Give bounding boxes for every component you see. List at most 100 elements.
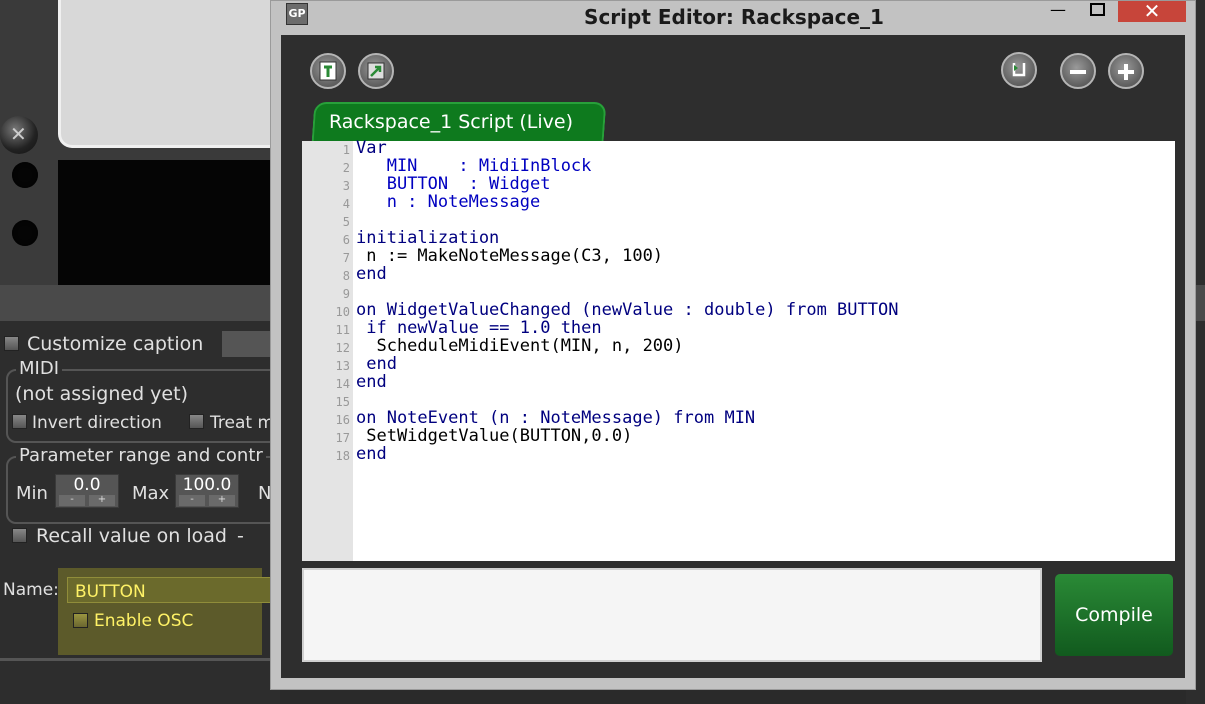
code-line: BUTTON : Widget — [356, 174, 551, 194]
compiler-output[interactable] — [302, 568, 1042, 662]
line-number: 7 — [342, 251, 350, 265]
line-number: 16 — [335, 413, 350, 427]
code-line: end — [356, 445, 387, 463]
customize-caption-checkbox[interactable] — [4, 336, 19, 351]
code-line: if newValue == 1.0 then — [356, 318, 602, 338]
template-icon[interactable] — [310, 53, 346, 89]
min-value: 0.0 — [73, 475, 101, 495]
hole-icon — [12, 220, 38, 246]
zoom-in-icon[interactable] — [1108, 53, 1144, 89]
code-line: n : NoteMessage — [356, 192, 541, 212]
code-line: end — [356, 373, 387, 391]
max-decrement-button[interactable]: - — [179, 495, 205, 506]
return-icon[interactable] — [1001, 52, 1037, 88]
treat-checkbox[interactable] — [189, 414, 204, 429]
export-icon[interactable] — [358, 53, 394, 89]
min-increment-button[interactable]: + — [89, 495, 115, 506]
code-line-text: initialization — [356, 228, 500, 248]
min-label: Min — [16, 483, 48, 504]
code-line: SetWidgetValue(BUTTON,0.0) — [356, 427, 632, 445]
line-number: 1 — [342, 143, 350, 157]
code-line: initialization — [356, 229, 499, 247]
code-line-text: SetWidgetValue(BUTTON,0.0) — [356, 426, 633, 446]
code-line: on WidgetValueChanged (newValue : double… — [356, 301, 898, 319]
code-line-text: end — [356, 264, 387, 284]
min-decrement-button[interactable]: - — [59, 495, 85, 506]
code-line-text: on NoteEvent (n : NoteMessage) from MIN — [356, 408, 756, 428]
code-editor[interactable]: 1 2 3 4 5 6 7 8 9 10 11 12 13 14 15 16 1… — [302, 139, 1175, 561]
midi-assignment-status: (not assigned yet) — [15, 383, 188, 405]
code-line-text: BUTTON : Widget — [356, 174, 551, 194]
customize-caption-label: Customize caption — [27, 333, 204, 355]
line-number: 18 — [335, 449, 350, 463]
enable-osc-checkbox[interactable] — [73, 613, 88, 628]
template-icon-glyph — [319, 61, 337, 81]
minus-glyph — [1070, 70, 1086, 74]
plus-glyph — [1118, 64, 1134, 80]
line-number: 3 — [342, 179, 350, 193]
code-line-text: if newValue == 1.0 then — [356, 318, 602, 338]
line-number: 13 — [335, 359, 350, 373]
rack-strip — [0, 160, 58, 285]
code-line: n := MakeNoteMessage(C3, 100) — [356, 247, 663, 265]
code-line-text: n := MakeNoteMessage(C3, 100) — [356, 246, 664, 266]
export-icon-glyph — [367, 62, 385, 80]
line-number: 15 — [335, 395, 350, 409]
line-number-gutter: 1 2 3 4 5 6 7 8 9 10 11 12 13 14 15 16 1… — [302, 141, 353, 561]
bottom-divider — [0, 658, 280, 661]
title-bar[interactable]: GP Script Editor: Rackspace_1 — ✕ — [271, 1, 1197, 35]
compile-button[interactable]: Compile — [1055, 574, 1173, 656]
recall-value-label: Recall value on load — [36, 525, 227, 547]
name-label: Name: — [3, 580, 59, 600]
zoom-out-icon[interactable] — [1060, 53, 1096, 89]
recall-value-checkbox[interactable] — [12, 528, 27, 543]
rack-dark-area — [58, 160, 280, 285]
code-line-text: on WidgetValueChanged (newValue : double… — [356, 300, 899, 320]
code-line-text: end — [356, 354, 397, 374]
hole-icon — [12, 162, 38, 188]
editor-content: Rackspace_1 Script (Live) 1 2 3 4 5 6 7 … — [281, 35, 1185, 678]
line-number: 10 — [335, 305, 350, 319]
code-line: ScheduleMidiEvent(MIN, n, 200) — [356, 336, 684, 356]
max-increment-button[interactable]: + — [209, 495, 235, 506]
min-spinner[interactable]: 0.0 - + — [55, 474, 119, 508]
line-number: 17 — [335, 431, 350, 445]
code-line-text: end — [356, 444, 387, 464]
enable-osc-label: Enable OSC — [94, 611, 194, 631]
line-number: 2 — [342, 161, 350, 175]
code-line-text: n : NoteMessage — [356, 192, 541, 212]
max-spinner[interactable]: 100.0 - + — [175, 474, 239, 508]
code-line-text: ScheduleMidiEvent(MIN, n, 200) — [356, 336, 684, 356]
code-line: Var — [356, 139, 387, 157]
code-line: MIN : MidiInBlock — [356, 156, 592, 176]
code-line-text: MIN : MidiInBlock — [356, 156, 592, 176]
tab-rackspace-script-label: Rackspace_1 Script (Live) — [329, 111, 574, 133]
maximize-button[interactable] — [1081, 1, 1111, 21]
rack-panel — [58, 0, 280, 148]
code-line-text: end — [356, 372, 387, 392]
line-number: 8 — [342, 269, 350, 283]
treat-label: Treat m — [210, 413, 275, 433]
code-line: on NoteEvent (n : NoteMessage) from MIN — [356, 409, 755, 427]
line-number: 5 — [342, 215, 350, 229]
line-number: 6 — [342, 233, 350, 247]
line-number: 4 — [342, 197, 350, 211]
code-line-text: Var — [356, 138, 387, 158]
code-line: end — [356, 355, 397, 373]
line-number: 11 — [335, 323, 350, 337]
screw-icon — [0, 116, 38, 154]
line-number: 14 — [335, 377, 350, 391]
line-number: 12 — [335, 341, 350, 355]
code-line: end — [356, 265, 387, 283]
name-input[interactable]: BUTTON — [67, 577, 280, 603]
recall-dash: - — [237, 525, 244, 547]
invert-direction-checkbox[interactable] — [12, 414, 27, 429]
parameter-range-group-label: Parameter range and contr — [16, 445, 266, 466]
minimize-button[interactable]: — — [1043, 1, 1073, 21]
return-icon-glyph — [1012, 63, 1026, 77]
script-editor-window: GP Script Editor: Rackspace_1 — ✕ Racksp… — [270, 0, 1196, 690]
line-number: 9 — [342, 287, 350, 301]
max-value: 100.0 — [182, 475, 232, 495]
close-button[interactable]: ✕ — [1118, 1, 1186, 22]
invert-direction-label: Invert direction — [32, 413, 162, 433]
